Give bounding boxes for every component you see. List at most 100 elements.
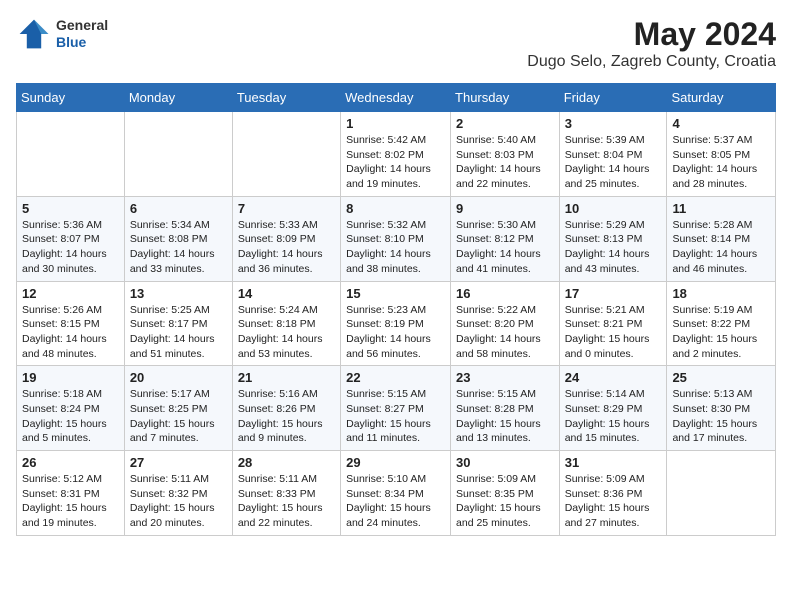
calendar-cell bbox=[667, 451, 776, 536]
logo: General Blue bbox=[16, 16, 108, 52]
day-number: 4 bbox=[672, 116, 770, 131]
day-info: Sunrise: 5:28 AM Sunset: 8:14 PM Dayligh… bbox=[672, 218, 770, 277]
calendar-cell: 9 Sunrise: 5:30 AM Sunset: 8:12 PM Daylig… bbox=[451, 196, 560, 281]
day-number: 30 bbox=[456, 455, 554, 470]
day-info: Sunrise: 5:11 AM Sunset: 8:33 PM Dayligh… bbox=[238, 472, 335, 531]
calendar-cell: 23Sunrise: 5:15 AM Sunset: 8:28 PM Dayli… bbox=[451, 366, 560, 451]
calendar-cell: 18Sunrise: 5:19 AM Sunset: 8:22 PM Dayli… bbox=[667, 281, 776, 366]
calendar-body: 1 Sunrise: 5:42 AM Sunset: 8:02 PM Daylig… bbox=[17, 112, 776, 536]
calendar-cell: 17 Sunrise: 5:21 AM Sunset: 8:21 PM Dayli… bbox=[559, 281, 667, 366]
day-info: Sunrise: 5:26 AM Sunset: 8:15 PM Dayligh… bbox=[22, 303, 119, 362]
weekday-sunday: Sunday bbox=[17, 84, 125, 112]
calendar-cell: 24 Sunrise: 5:14 AM Sunset: 8:29 PM Dayli… bbox=[559, 366, 667, 451]
week-row-3: 12 Sunrise: 5:26 AM Sunset: 8:15 PM Dayli… bbox=[17, 281, 776, 366]
day-number: 12 bbox=[22, 286, 119, 301]
title-block: May 2024 Dugo Selo, Zagreb County, Croat… bbox=[527, 16, 776, 71]
day-info: Sunrise: 5:25 AM Sunset: 8:17 PM Dayligh… bbox=[130, 303, 227, 362]
day-info: Sunrise: 5:21 AM Sunset: 8:21 PM Dayligh… bbox=[565, 303, 662, 362]
calendar-cell: 22 Sunrise: 5:15 AM Sunset: 8:27 PM Dayli… bbox=[341, 366, 451, 451]
day-number: 14 bbox=[238, 286, 335, 301]
week-row-1: 1 Sunrise: 5:42 AM Sunset: 8:02 PM Daylig… bbox=[17, 112, 776, 197]
day-number: 24 bbox=[565, 370, 662, 385]
calendar-cell: 5 Sunrise: 5:36 AM Sunset: 8:07 PM Daylig… bbox=[17, 196, 125, 281]
day-info: Sunrise: 5:40 AM Sunset: 8:03 PM Dayligh… bbox=[456, 133, 554, 192]
logo-text: General Blue bbox=[56, 17, 108, 51]
day-number: 22 bbox=[346, 370, 445, 385]
day-number: 25 bbox=[672, 370, 770, 385]
day-info: Sunrise: 5:09 AM Sunset: 8:35 PM Dayligh… bbox=[456, 472, 554, 531]
week-row-2: 5 Sunrise: 5:36 AM Sunset: 8:07 PM Daylig… bbox=[17, 196, 776, 281]
weekday-header-row: SundayMondayTuesdayWednesdayThursdayFrid… bbox=[17, 84, 776, 112]
day-info: Sunrise: 5:15 AM Sunset: 8:27 PM Dayligh… bbox=[346, 387, 445, 446]
day-info: Sunrise: 5:14 AM Sunset: 8:29 PM Dayligh… bbox=[565, 387, 662, 446]
day-info: Sunrise: 5:39 AM Sunset: 8:04 PM Dayligh… bbox=[565, 133, 662, 192]
calendar-cell bbox=[124, 112, 232, 197]
day-number: 11 bbox=[672, 201, 770, 216]
day-number: 9 bbox=[456, 201, 554, 216]
day-info: Sunrise: 5:29 AM Sunset: 8:13 PM Dayligh… bbox=[565, 218, 662, 277]
logo-blue: Blue bbox=[56, 34, 108, 51]
calendar-cell: 8Sunrise: 5:32 AM Sunset: 8:10 PM Daylig… bbox=[341, 196, 451, 281]
calendar-cell: 27 Sunrise: 5:11 AM Sunset: 8:32 PM Dayli… bbox=[124, 451, 232, 536]
day-info: Sunrise: 5:33 AM Sunset: 8:09 PM Dayligh… bbox=[238, 218, 335, 277]
calendar-cell: 26Sunrise: 5:12 AM Sunset: 8:31 PM Dayli… bbox=[17, 451, 125, 536]
day-info: Sunrise: 5:36 AM Sunset: 8:07 PM Dayligh… bbox=[22, 218, 119, 277]
calendar-cell: 1 Sunrise: 5:42 AM Sunset: 8:02 PM Daylig… bbox=[341, 112, 451, 197]
calendar-cell: 16Sunrise: 5:22 AM Sunset: 8:20 PM Dayli… bbox=[451, 281, 560, 366]
weekday-thursday: Thursday bbox=[451, 84, 560, 112]
calendar-cell: 28Sunrise: 5:11 AM Sunset: 8:33 PM Dayli… bbox=[232, 451, 340, 536]
day-info: Sunrise: 5:23 AM Sunset: 8:19 PM Dayligh… bbox=[346, 303, 445, 362]
calendar-cell: 29Sunrise: 5:10 AM Sunset: 8:34 PM Dayli… bbox=[341, 451, 451, 536]
day-number: 27 bbox=[130, 455, 227, 470]
location: Dugo Selo, Zagreb County, Croatia bbox=[527, 53, 776, 71]
calendar-cell: 10 Sunrise: 5:29 AM Sunset: 8:13 PM Dayli… bbox=[559, 196, 667, 281]
day-info: Sunrise: 5:17 AM Sunset: 8:25 PM Dayligh… bbox=[130, 387, 227, 446]
page-header: General Blue May 2024 Dugo Selo, Zagreb … bbox=[16, 16, 776, 71]
day-info: Sunrise: 5:22 AM Sunset: 8:20 PM Dayligh… bbox=[456, 303, 554, 362]
calendar-cell: 11 Sunrise: 5:28 AM Sunset: 8:14 PM Dayli… bbox=[667, 196, 776, 281]
weekday-wednesday: Wednesday bbox=[341, 84, 451, 112]
calendar-cell: 15 Sunrise: 5:23 AM Sunset: 8:19 PM Dayli… bbox=[341, 281, 451, 366]
logo-general: General bbox=[56, 17, 108, 34]
week-row-5: 26Sunrise: 5:12 AM Sunset: 8:31 PM Dayli… bbox=[17, 451, 776, 536]
day-number: 1 bbox=[346, 116, 445, 131]
day-number: 21 bbox=[238, 370, 335, 385]
day-number: 17 bbox=[565, 286, 662, 301]
day-info: Sunrise: 5:18 AM Sunset: 8:24 PM Dayligh… bbox=[22, 387, 119, 446]
day-number: 13 bbox=[130, 286, 227, 301]
calendar-cell bbox=[232, 112, 340, 197]
day-info: Sunrise: 5:11 AM Sunset: 8:32 PM Dayligh… bbox=[130, 472, 227, 531]
day-number: 7 bbox=[238, 201, 335, 216]
calendar-cell: 12 Sunrise: 5:26 AM Sunset: 8:15 PM Dayli… bbox=[17, 281, 125, 366]
day-number: 31 bbox=[565, 455, 662, 470]
day-number: 10 bbox=[565, 201, 662, 216]
day-number: 3 bbox=[565, 116, 662, 131]
day-number: 15 bbox=[346, 286, 445, 301]
day-info: Sunrise: 5:24 AM Sunset: 8:18 PM Dayligh… bbox=[238, 303, 335, 362]
calendar-cell: 13 Sunrise: 5:25 AM Sunset: 8:17 PM Dayli… bbox=[124, 281, 232, 366]
calendar-cell: 31 Sunrise: 5:09 AM Sunset: 8:36 PM Dayli… bbox=[559, 451, 667, 536]
calendar-cell: 30 Sunrise: 5:09 AM Sunset: 8:35 PM Dayli… bbox=[451, 451, 560, 536]
calendar-cell: 7 Sunrise: 5:33 AM Sunset: 8:09 PM Daylig… bbox=[232, 196, 340, 281]
day-info: Sunrise: 5:37 AM Sunset: 8:05 PM Dayligh… bbox=[672, 133, 770, 192]
day-number: 19 bbox=[22, 370, 119, 385]
week-row-4: 19 Sunrise: 5:18 AM Sunset: 8:24 PM Dayli… bbox=[17, 366, 776, 451]
weekday-friday: Friday bbox=[559, 84, 667, 112]
calendar-cell: 2Sunrise: 5:40 AM Sunset: 8:03 PM Daylig… bbox=[451, 112, 560, 197]
day-number: 26 bbox=[22, 455, 119, 470]
calendar-cell: 20Sunrise: 5:17 AM Sunset: 8:25 PM Dayli… bbox=[124, 366, 232, 451]
day-number: 8 bbox=[346, 201, 445, 216]
month-year: May 2024 bbox=[527, 16, 776, 53]
calendar-cell: 4 Sunrise: 5:37 AM Sunset: 8:05 PM Daylig… bbox=[667, 112, 776, 197]
day-number: 5 bbox=[22, 201, 119, 216]
calendar-cell: 6Sunrise: 5:34 AM Sunset: 8:08 PM Daylig… bbox=[124, 196, 232, 281]
day-info: Sunrise: 5:09 AM Sunset: 8:36 PM Dayligh… bbox=[565, 472, 662, 531]
weekday-monday: Monday bbox=[124, 84, 232, 112]
day-info: Sunrise: 5:16 AM Sunset: 8:26 PM Dayligh… bbox=[238, 387, 335, 446]
day-info: Sunrise: 5:30 AM Sunset: 8:12 PM Dayligh… bbox=[456, 218, 554, 277]
day-number: 29 bbox=[346, 455, 445, 470]
day-info: Sunrise: 5:42 AM Sunset: 8:02 PM Dayligh… bbox=[346, 133, 445, 192]
day-info: Sunrise: 5:34 AM Sunset: 8:08 PM Dayligh… bbox=[130, 218, 227, 277]
day-number: 18 bbox=[672, 286, 770, 301]
weekday-tuesday: Tuesday bbox=[232, 84, 340, 112]
